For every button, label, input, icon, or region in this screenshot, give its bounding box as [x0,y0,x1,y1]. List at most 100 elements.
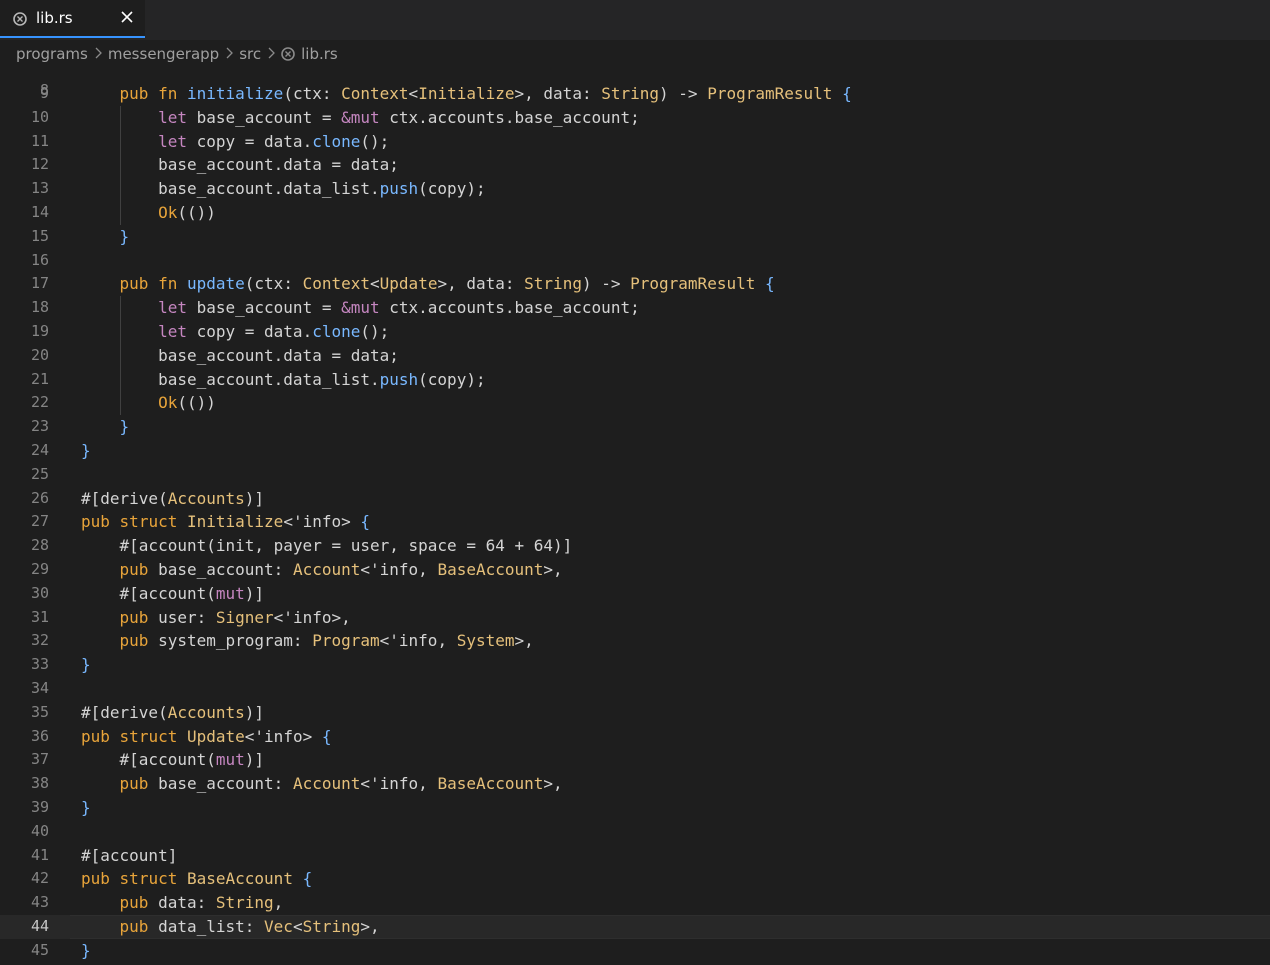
line-number: 23 [30,417,49,436]
code-line[interactable]: 35 #[derive(Accounts)] [0,701,1270,725]
code-line[interactable]: 29 pub base_account: Account<'info, Base… [0,558,1270,582]
code-text: #[account(mut)] [81,583,265,603]
line-number: 15 [30,226,49,245]
code-line[interactable]: 28 #[account(init, payer = user, space =… [0,534,1270,558]
code-text: pub user: Signer<'info>, [119,607,351,627]
code-line[interactable]: 45} [0,939,1270,963]
indent-guide [119,296,121,416]
code-line[interactable]: 23 } [0,415,1270,439]
line-number: 11 [30,131,49,150]
code-text: let base_account = &mut ctx.accounts.bas… [158,107,640,127]
line-number: 38 [30,774,49,793]
tab-bar: lib.rs [0,0,1270,40]
code-line[interactable]: 22 Ok(()) [0,391,1270,415]
code-text: Ok(()) [158,393,216,413]
code-line[interactable]: 38 pub base_account: Account<'info, Base… [0,772,1270,796]
code-line[interactable]: 21 base_account.data_list.push(copy); [0,368,1270,392]
code-text: pub system_program: Program<'info, Syste… [119,631,534,651]
code-text: pub fn initialize(ctx: Context<Initializ… [119,84,852,103]
line-number: 39 [30,798,49,816]
code-text: let copy = data.clone(); [158,322,390,341]
code-line[interactable]: 16 [0,249,1270,273]
line-number: 41 [30,845,49,864]
code-line[interactable]: 19 let copy = data.clone(); [0,320,1270,344]
line-number: 18 [30,298,49,317]
line-number: 24 [30,441,49,459]
code-text: } [119,226,130,246]
line-number: 20 [30,345,49,364]
code-line[interactable]: 17 pub fn update(ctx: Context<Update>, d… [0,272,1270,296]
code-line[interactable]: 42 pub struct BaseAccount { [0,867,1270,891]
line-number: 14 [30,203,49,221]
chevron-right-icon [225,45,234,63]
code-text: pub fn update(ctx: Context<Update>, data… [119,274,775,294]
close-icon[interactable] [116,6,138,28]
line-number: 21 [30,369,49,388]
code-line[interactable]: 32 pub system_program: Program<'info, Sy… [0,629,1270,653]
breadcrumb-src[interactable]: src [239,45,261,63]
code-text: pub struct Update<'info> { [81,726,332,746]
code-line[interactable]: 44 pub data_list: Vec<String>, [0,915,1270,939]
breadcrumb-file[interactable]: lib.rs [281,45,338,63]
code-line[interactable]: 39} [0,796,1270,820]
rust-file-icon [13,11,27,26]
code-text: pub base_account: Account<'info, BaseAcc… [119,560,563,579]
code-line[interactable]: 11 let copy = data.clone(); [0,130,1270,154]
line-number: 26 [30,488,49,507]
code-line[interactable]: 31 pub user: Signer<'info>, [0,606,1270,630]
code-text: base_account.data = data; [81,155,399,175]
line-number: 42 [30,869,49,888]
code-line[interactable]: 30 #[account(mut)] [0,582,1270,606]
breadcrumb-programs[interactable]: programs [16,45,88,63]
line-number: 16 [30,250,49,269]
code-line[interactable]: 36 pub struct Update<'info> { [0,725,1270,749]
code-line[interactable]: 9 pub fn initialize(ctx: Context<Initial… [0,82,1270,106]
code-line[interactable]: 25 [0,463,1270,487]
code-line[interactable]: 20 base_account.data = data; [0,344,1270,368]
indent-guide [119,105,121,225]
breadcrumb: programs messengerapp src lib.rs [0,40,1270,68]
code-line[interactable]: 27 pub struct Initialize<'info> { [0,510,1270,534]
code-text: #[account(mut)] [81,750,265,770]
breadcrumb-file-label: lib.rs [301,45,338,63]
code-text: } [81,940,91,960]
code-line[interactable]: 13 base_account.data_list.push(copy); [0,177,1270,201]
code-text: Ok(()) [158,203,216,222]
code-line[interactable]: 37 #[account(mut)] [0,748,1270,772]
code-line[interactable]: 14 Ok(()) [0,201,1270,225]
tab-label: lib.rs [36,9,73,27]
code-line[interactable]: 41 #[account] [0,844,1270,868]
code-editor[interactable]: 8 9 pub fn initialize(ctx: Context<Initi… [0,68,1270,965]
code-line[interactable]: 15 } [0,225,1270,249]
code-text: pub data_list: Vec<String>, [119,917,380,936]
code-line[interactable]: 34 [0,677,1270,701]
chevron-right-icon [267,45,276,63]
rust-file-icon [281,47,295,61]
code-text: } [81,655,91,675]
breadcrumb-messengerapp[interactable]: messengerapp [108,45,219,63]
line-number: 12 [30,155,49,174]
code-line[interactable]: 33} [0,653,1270,677]
code-line[interactable]: 26 #[derive(Accounts)] [0,487,1270,511]
code-line[interactable]: 40 [0,820,1270,844]
line-number: 37 [30,750,49,769]
code-text: #[account(init, payer = user, space = 64… [81,536,573,556]
tab-lib-rs[interactable]: lib.rs [0,0,145,38]
line-number: 36 [30,726,49,745]
line-number: 27 [30,512,49,531]
code-line[interactable]: 18 let base_account = &mut ctx.accounts.… [0,296,1270,320]
code-line[interactable]: 10 let base_account = &mut ctx.accounts.… [0,106,1270,130]
code-line[interactable]: 12 base_account.data = data; [0,153,1270,177]
line-number: 28 [30,536,49,555]
line-number: 17 [30,274,49,293]
code-text: base_account.data_list.push(copy); [81,179,486,199]
line-number: 40 [30,821,49,840]
line-number: 30 [30,583,49,602]
code-line[interactable]: 24} [0,439,1270,463]
line-number: 9 [39,84,49,102]
line-number: 22 [30,393,49,412]
code-text: pub struct BaseAccount { [81,869,313,889]
line-number: 32 [30,631,49,650]
line-number: 25 [30,464,49,483]
code-line[interactable]: 43 pub data: String, [0,891,1270,915]
